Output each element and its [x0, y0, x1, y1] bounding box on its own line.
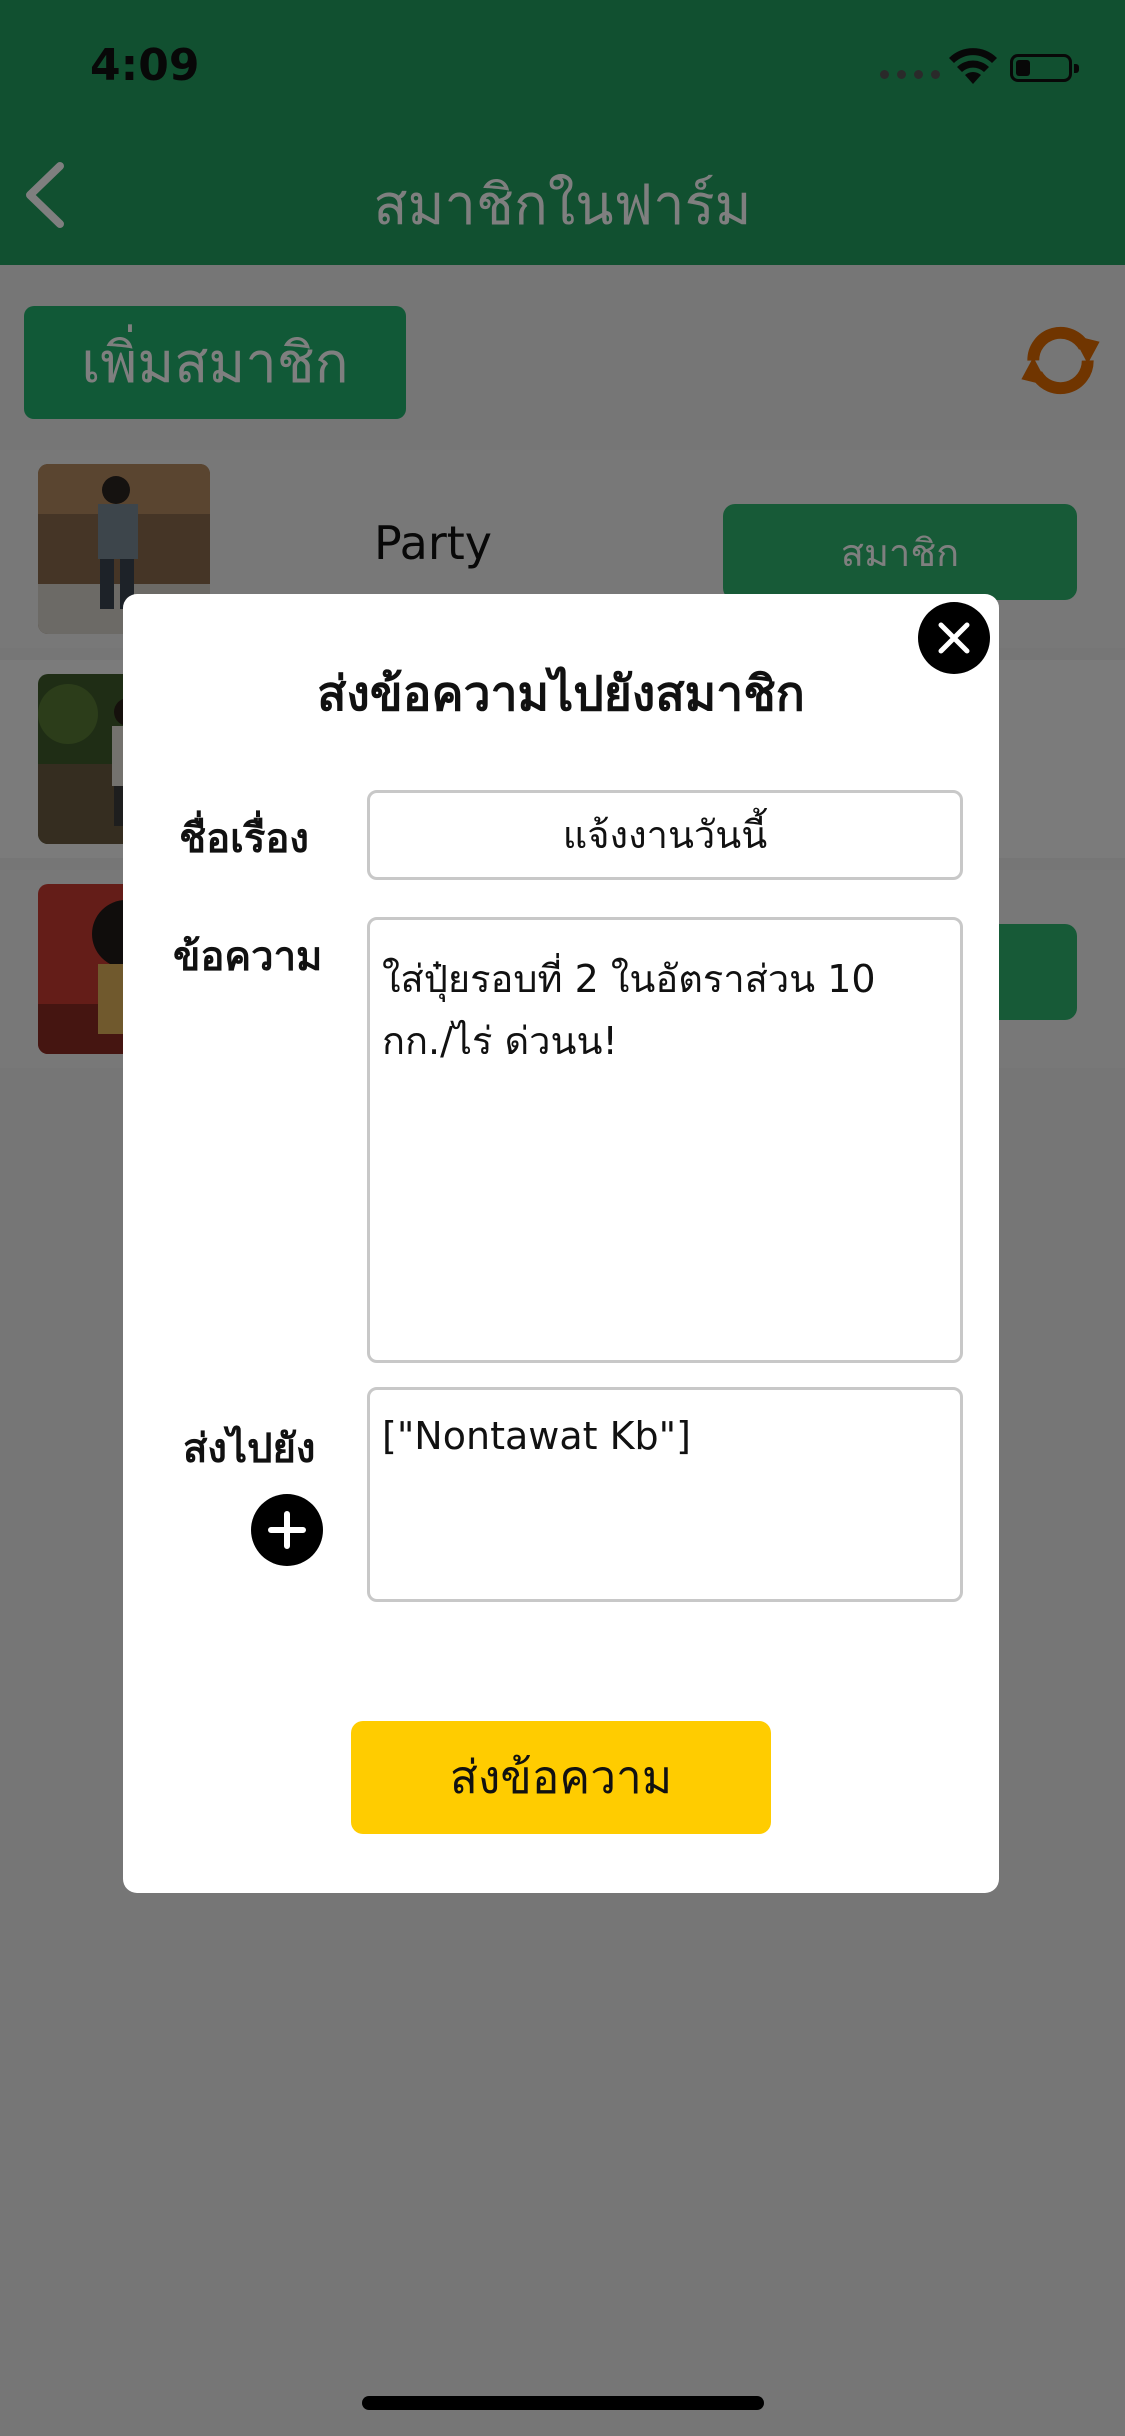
send-message-dialog: ส่งข้อความไปยังสมาชิก ชื่อเรื่อง แจ้งงาน… — [123, 594, 999, 1893]
close-icon — [938, 622, 970, 654]
recipients-label: ส่งไปยัง — [183, 1426, 316, 1472]
subject-field[interactable]: แจ้งงานวันนี้ — [367, 790, 963, 880]
home-indicator[interactable] — [362, 2396, 764, 2410]
dialog-title: ส่งข้อความไปยังสมาชิก — [317, 666, 805, 722]
add-recipient-button[interactable] — [251, 1494, 323, 1566]
recipients-field[interactable]: ["Nontawat Kb"] — [367, 1387, 963, 1602]
plus-icon — [268, 1511, 306, 1549]
send-message-button[interactable]: ส่งข้อความ — [351, 1721, 771, 1834]
message-field[interactable]: ใส่ปุ๋ยรอบที่ 2 ในอัตราส่วน 10 กก./ไร่ ด… — [367, 917, 963, 1363]
subject-label: ชื่อเรื่อง — [179, 816, 309, 862]
message-label: ข้อความ — [173, 934, 323, 980]
